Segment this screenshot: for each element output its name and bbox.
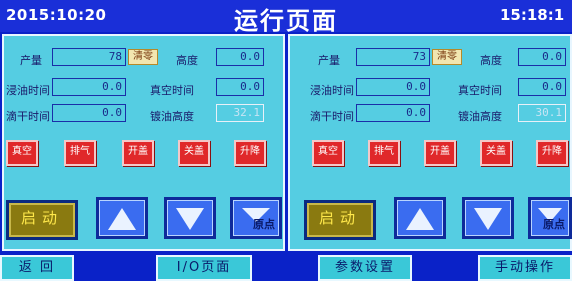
drip-time-input[interactable]: 0.0 xyxy=(52,104,126,122)
drip-time-label: 滴干时间 xyxy=(310,110,354,123)
reset-output-button[interactable]: 清零 xyxy=(432,49,462,65)
output-value: 78 xyxy=(52,48,126,66)
up-arrow-icon xyxy=(406,208,434,230)
vacuum-time-label: 真空时间 xyxy=(458,84,502,97)
up-button[interactable] xyxy=(96,197,148,239)
output-label: 产量 xyxy=(318,54,340,67)
height-label: 高度 xyxy=(480,54,502,67)
open-lid-button[interactable]: 开盖 xyxy=(424,140,456,166)
drip-time-label: 滴干时间 xyxy=(6,110,50,123)
up-button[interactable] xyxy=(394,197,446,239)
exhaust-button[interactable]: 排气 xyxy=(368,140,400,166)
oil-height-value: 32.1 xyxy=(216,104,264,122)
vacuum-button[interactable]: 真空 xyxy=(6,140,38,166)
soak-time-input[interactable]: 0.0 xyxy=(52,78,126,96)
vacuum-time-input[interactable]: 0.0 xyxy=(518,78,566,96)
start-button[interactable]: 启动 xyxy=(304,200,376,240)
height-label: 高度 xyxy=(176,54,198,67)
close-lid-button[interactable]: 关盖 xyxy=(480,140,512,166)
clock-time: 15:18:1 xyxy=(500,6,565,24)
down-arrow-icon xyxy=(176,208,204,230)
height-value: 0.0 xyxy=(518,48,566,66)
up-arrow-icon xyxy=(108,208,136,230)
origin-label: 原点 xyxy=(253,218,275,231)
height-value: 0.0 xyxy=(216,48,264,66)
close-lid-button[interactable]: 关盖 xyxy=(178,140,210,166)
vacuum-time-label: 真空时间 xyxy=(150,84,194,97)
drip-time-input[interactable]: 0.0 xyxy=(356,104,430,122)
oil-height-label: 镀油高度 xyxy=(458,110,502,123)
oil-height-label: 镀油高度 xyxy=(150,110,194,123)
soak-time-input[interactable]: 0.0 xyxy=(356,78,430,96)
exhaust-button[interactable]: 排气 xyxy=(64,140,96,166)
lift-button[interactable]: 升降 xyxy=(234,140,266,166)
vacuum-time-input[interactable]: 0.0 xyxy=(216,78,264,96)
down-button[interactable] xyxy=(164,197,216,239)
lift-button[interactable]: 升降 xyxy=(536,140,568,166)
open-lid-button[interactable]: 开盖 xyxy=(122,140,154,166)
down-arrow-icon xyxy=(474,208,502,230)
start-button[interactable]: 启动 xyxy=(6,200,78,240)
origin-label: 原点 xyxy=(543,218,565,231)
soak-time-label: 浸油时间 xyxy=(6,84,50,97)
page-title: 运行页面 xyxy=(234,6,338,35)
params-page-button[interactable]: 参数设置 xyxy=(318,255,412,281)
oil-height-value: 30.1 xyxy=(518,104,566,122)
reset-output-button[interactable]: 清零 xyxy=(128,49,158,65)
output-value: 73 xyxy=(356,48,430,66)
soak-time-label: 浸油时间 xyxy=(310,84,354,97)
origin-button[interactable]: 原点 xyxy=(230,197,282,239)
origin-button[interactable]: 原点 xyxy=(528,197,572,239)
manual-operation-button[interactable]: 手动操作 xyxy=(478,255,572,281)
back-button[interactable]: 返 回 xyxy=(0,255,74,281)
io-page-button[interactable]: I/O页面 xyxy=(156,255,252,281)
vacuum-button[interactable]: 真空 xyxy=(312,140,344,166)
output-label: 产量 xyxy=(20,54,42,67)
down-button[interactable] xyxy=(462,197,514,239)
